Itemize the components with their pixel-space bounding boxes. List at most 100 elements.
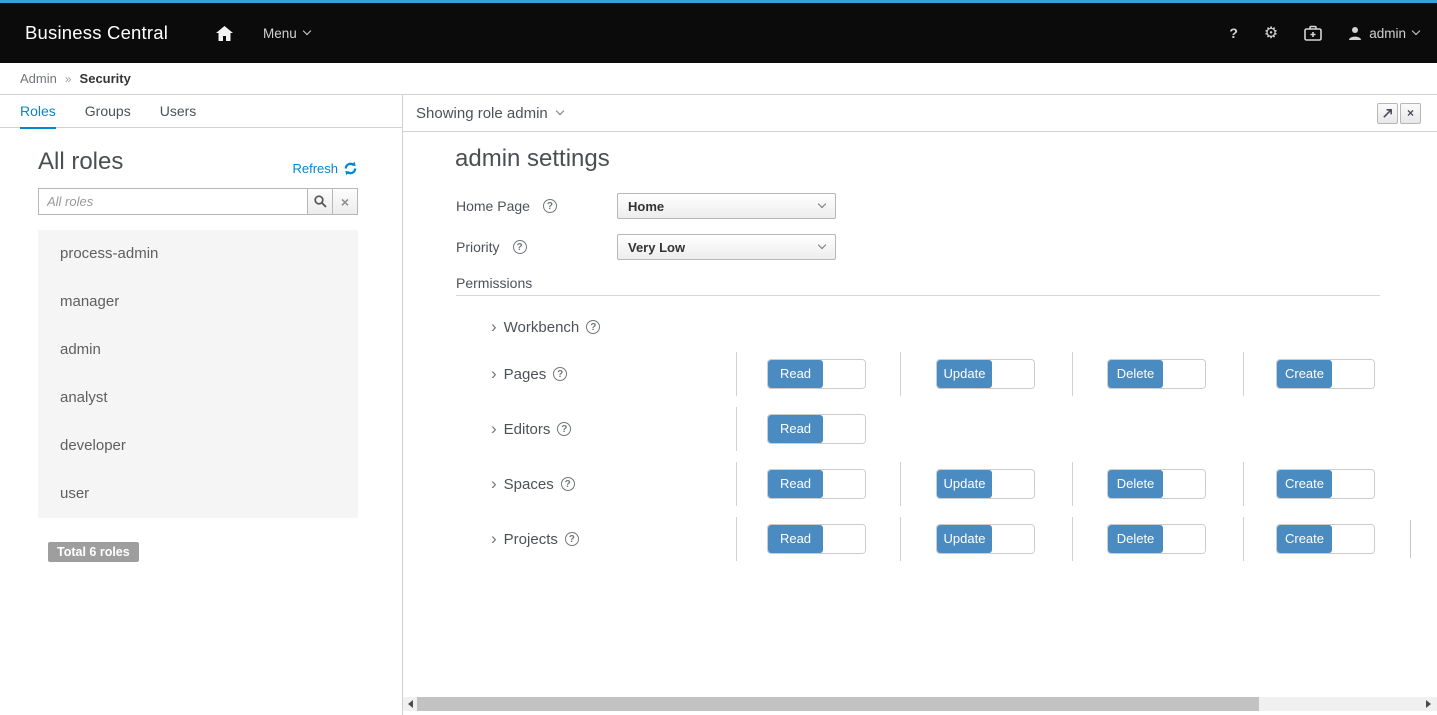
toggle-off-area xyxy=(992,525,1034,553)
clear-search-button[interactable]: × xyxy=(332,188,358,215)
permission-row: ›Projects? Read Update Delete Create xyxy=(403,517,1437,561)
permission-toggle-update[interactable]: Update xyxy=(936,524,1035,554)
chevron-down-icon xyxy=(818,200,826,208)
refresh-label: Refresh xyxy=(292,161,338,176)
expand-panel-button[interactable] xyxy=(1377,103,1398,124)
toggle-off-area xyxy=(1332,470,1374,498)
permission-name: Spaces xyxy=(504,476,554,493)
breadcrumb-security: Security xyxy=(80,71,131,86)
toggle-off-area xyxy=(823,470,865,498)
column-divider xyxy=(1243,517,1244,561)
column-divider xyxy=(900,352,901,396)
panel-header-label: Showing role admin xyxy=(416,105,548,122)
toggle-on-label: Read xyxy=(768,470,823,498)
right-triangle-icon xyxy=(1426,700,1435,708)
home-page-select[interactable]: Home xyxy=(617,193,836,219)
help-icon[interactable]: ? xyxy=(565,532,579,546)
permission-row: ›Editors? Read xyxy=(403,407,1437,451)
sidebar-body: All roles Refresh xyxy=(0,148,402,562)
role-detail-panel: Showing role admin × admin settings xyxy=(403,95,1437,715)
role-list: process-adminmanageradminanalystdevelope… xyxy=(38,230,358,518)
search-button[interactable] xyxy=(307,188,333,215)
help-nav-button[interactable]: ? xyxy=(1229,25,1238,41)
column-divider xyxy=(1072,462,1073,506)
help-icon[interactable]: ? xyxy=(513,240,527,254)
showing-role-dropdown[interactable]: Showing role admin xyxy=(416,105,563,122)
refresh-button[interactable]: Refresh xyxy=(292,161,358,176)
app-root: Business Central Menu ? ⚙ xyxy=(0,0,1437,715)
scroll-right-arrow[interactable] xyxy=(1422,697,1436,711)
role-list-item[interactable]: admin xyxy=(38,326,358,374)
total-roles-badge: Total 6 roles xyxy=(48,542,139,562)
role-list-item[interactable]: developer xyxy=(38,422,358,470)
permission-toggle-delete[interactable]: Delete xyxy=(1107,524,1206,554)
help-icon[interactable]: ? xyxy=(586,320,600,334)
select-value: Home xyxy=(628,199,664,214)
toggle-on-label: Delete xyxy=(1108,360,1163,388)
user-menu[interactable]: admin xyxy=(1348,26,1419,41)
permission-toggle-read[interactable]: Read xyxy=(767,359,866,389)
toggle-on-label: Delete xyxy=(1108,525,1163,553)
role-settings-content: admin settings Home Page ? Home Priority… xyxy=(403,132,1437,697)
toolbox-nav-button[interactable] xyxy=(1304,25,1322,41)
permission-row: ›Spaces? Read Update Delete Create xyxy=(403,462,1437,506)
priority-select[interactable]: Very Low xyxy=(617,234,836,260)
chevron-down-icon xyxy=(1412,27,1420,35)
permission-toggle-read[interactable]: Read xyxy=(767,524,866,554)
permission-toggle-update[interactable]: Update xyxy=(936,469,1035,499)
priority-label: Priority xyxy=(456,239,500,255)
menu-dropdown[interactable]: Menu xyxy=(263,26,310,41)
permission-toggle-delete[interactable]: Delete xyxy=(1107,359,1206,389)
permission-toggle-create[interactable]: Create xyxy=(1276,524,1375,554)
help-icon[interactable]: ? xyxy=(557,422,571,436)
role-list-item[interactable]: user xyxy=(38,470,358,518)
permission-expander-projects[interactable]: ›Projects? xyxy=(491,517,579,561)
toggle-on-label: Read xyxy=(768,415,823,443)
role-list-item[interactable]: analyst xyxy=(38,374,358,422)
permission-expander-spaces[interactable]: ›Spaces? xyxy=(491,462,575,506)
toggle-on-label: Create xyxy=(1277,360,1332,388)
help-icon[interactable]: ? xyxy=(543,199,557,213)
column-divider xyxy=(1243,352,1244,396)
scrollbar-thumb[interactable] xyxy=(417,697,1259,711)
scroll-left-arrow[interactable] xyxy=(403,697,417,711)
permission-toggle-create[interactable]: Create xyxy=(1276,359,1375,389)
panel-controls: × xyxy=(1377,103,1421,124)
role-list-item[interactable]: manager xyxy=(38,278,358,326)
permission-expander-editors[interactable]: ›Editors? xyxy=(491,407,571,451)
settings-nav-button[interactable]: ⚙ xyxy=(1264,23,1278,43)
permission-expander-pages[interactable]: ›Pages? xyxy=(491,352,567,396)
permission-expander-workbench[interactable]: ›Workbench? xyxy=(491,305,600,349)
permissions-divider xyxy=(456,295,1380,296)
permission-toggle-read[interactable]: Read xyxy=(767,469,866,499)
permission-toggle-delete[interactable]: Delete xyxy=(1107,469,1206,499)
permission-toggle-update[interactable]: Update xyxy=(936,359,1035,389)
chevron-right-icon: › xyxy=(491,530,497,547)
priority-field-row: Priority ? Very Low xyxy=(456,234,1437,260)
user-label: admin xyxy=(1369,26,1406,41)
permission-toggle-create[interactable]: Create xyxy=(1276,469,1375,499)
expand-icon xyxy=(1382,108,1393,119)
help-icon[interactable]: ? xyxy=(553,367,567,381)
question-glyph: ? xyxy=(547,201,553,212)
breadcrumb-admin[interactable]: Admin xyxy=(20,71,57,86)
sidebar-heading-row: All roles Refresh xyxy=(38,148,358,176)
chevron-right-icon: › xyxy=(491,318,497,335)
gear-icon: ⚙ xyxy=(1264,23,1278,43)
home-page-field-row: Home Page ? Home xyxy=(456,193,1437,219)
home-icon xyxy=(216,26,233,41)
home-nav-button[interactable] xyxy=(216,26,233,41)
column-divider xyxy=(736,462,737,506)
permission-toggle-read[interactable]: Read xyxy=(767,414,866,444)
column-divider xyxy=(736,517,737,561)
toggle-off-area xyxy=(992,360,1034,388)
role-list-item[interactable]: process-admin xyxy=(38,230,358,278)
tab-users[interactable]: Users xyxy=(160,95,197,128)
tab-groups[interactable]: Groups xyxy=(85,95,131,128)
left-triangle-icon xyxy=(404,700,413,708)
role-search-input[interactable] xyxy=(38,188,308,215)
help-icon[interactable]: ? xyxy=(561,477,575,491)
app-brand[interactable]: Business Central xyxy=(0,22,168,44)
tab-roles[interactable]: Roles xyxy=(20,95,56,128)
close-panel-button[interactable]: × xyxy=(1400,103,1421,124)
